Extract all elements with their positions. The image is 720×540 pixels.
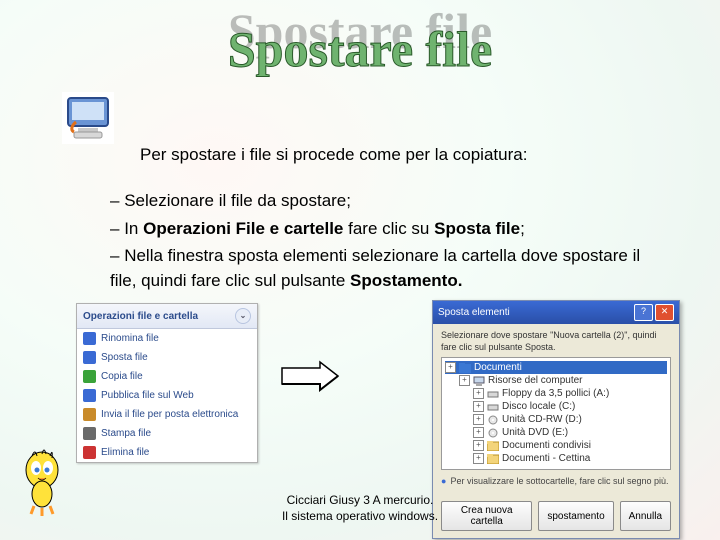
- tree-item[interactable]: + Risorse del computer: [445, 374, 667, 387]
- operations-item-label: Invia il file per posta elettronica: [101, 409, 238, 420]
- operations-item[interactable]: Invia il file per posta elettronica: [77, 405, 257, 424]
- footer: Cicciari Giusy 3 A mercurio. Il sistema …: [282, 491, 438, 524]
- expand-icon[interactable]: +: [473, 440, 484, 451]
- operations-item[interactable]: Pubblica file sul Web: [77, 386, 257, 405]
- bullet-item: In Operazioni File e cartelle fare clic …: [110, 217, 660, 242]
- folder-icon: [487, 454, 499, 464]
- tweety-bird-icon: [12, 448, 72, 518]
- expand-icon[interactable]: +: [459, 375, 470, 386]
- operations-item[interactable]: Copia file: [77, 367, 257, 386]
- file-action-icon: [83, 408, 96, 421]
- folder-blue-icon: [459, 363, 471, 373]
- operations-panel: Operazioni file e cartella ⌄ Rinomina fi…: [76, 303, 258, 463]
- tree-item[interactable]: + Documenti condivisi: [445, 439, 667, 452]
- footer-line-2: Il sistema operativo windows.: [282, 508, 438, 524]
- bullet-item: Selezionare il file da spostare;: [110, 189, 660, 214]
- tree-item[interactable]: + Unità DVD (E:): [445, 426, 667, 439]
- intro-text: Per spostare i file si procede come per …: [140, 145, 527, 165]
- operations-item[interactable]: Stampa file: [77, 424, 257, 443]
- computer-icon: [473, 376, 485, 386]
- close-button[interactable]: ✕: [655, 304, 674, 321]
- file-action-icon: [83, 370, 96, 383]
- expand-icon[interactable]: +: [473, 453, 484, 464]
- operations-item-label: Pubblica file sul Web: [101, 390, 194, 401]
- operations-item-label: Copia file: [101, 371, 143, 382]
- dialog-title: Sposta elementi: [438, 307, 510, 318]
- dialog-titlebar: Sposta elementi ? ✕: [433, 301, 679, 324]
- expand-icon[interactable]: +: [473, 388, 484, 399]
- operations-item-label: Sposta file: [101, 352, 148, 363]
- tree-item-label: Floppy da 3,5 pollici (A:): [502, 388, 609, 399]
- new-folder-button[interactable]: Crea nuova cartella: [441, 501, 532, 531]
- expand-icon[interactable]: +: [473, 414, 484, 425]
- operations-item-label: Stampa file: [101, 428, 151, 439]
- dialog-instruction: Selezionare dove spostare "Nuova cartell…: [441, 330, 671, 353]
- folder-tree[interactable]: + Documenti + Risorse del computer + Floppy d…: [441, 357, 671, 470]
- file-action-icon: [83, 389, 96, 402]
- dialog-button-row: Crea nuova cartella spostamento Annulla: [433, 496, 679, 538]
- move-items-dialog: Sposta elementi ? ✕ Selezionare dove spo…: [432, 300, 680, 539]
- file-action-icon: [83, 332, 96, 345]
- title-main-text: Spostare file: [228, 20, 492, 78]
- tree-item[interactable]: + Floppy da 3,5 pollici (A:): [445, 387, 667, 400]
- drive-icon: [487, 402, 499, 412]
- tree-item-label: Risorse del computer: [488, 375, 582, 386]
- bullet-list: Selezionare il file da spostare; In Oper…: [70, 189, 660, 297]
- tree-item-label: Documenti condivisi: [502, 440, 591, 451]
- expand-icon[interactable]: +: [445, 362, 456, 373]
- operations-panel-header[interactable]: Operazioni file e cartella ⌄: [77, 304, 257, 329]
- operations-item[interactable]: Rinomina file: [77, 329, 257, 348]
- file-action-icon: [83, 427, 96, 440]
- tree-item[interactable]: + Documenti - Cettina: [445, 452, 667, 465]
- arrow-icon: [280, 360, 340, 392]
- slide-title-block: Spostare file Spostare file: [0, 0, 720, 78]
- tree-item-label: Disco locale (C:): [502, 401, 575, 412]
- bullet-item: Nella finestra sposta elementi seleziona…: [110, 244, 660, 293]
- operations-item[interactable]: Elimina file: [77, 443, 257, 462]
- collapse-icon[interactable]: ⌄: [235, 308, 251, 324]
- operations-panel-title: Operazioni file e cartella: [83, 311, 198, 322]
- cancel-button[interactable]: Annulla: [620, 501, 671, 531]
- tree-item[interactable]: + Documenti: [445, 361, 667, 374]
- folder-icon: [487, 441, 499, 451]
- tree-item-label: Documenti - Cettina: [502, 453, 590, 464]
- tree-item-label: Unità DVD (E:): [502, 427, 568, 438]
- dialog-hint: ● Per visualizzare le sottocartelle, far…: [441, 476, 671, 486]
- computer-monitor-icon: [62, 92, 114, 144]
- drive-icon: [487, 389, 499, 399]
- expand-icon[interactable]: +: [473, 427, 484, 438]
- move-button[interactable]: spostamento: [538, 501, 613, 531]
- tree-item-label: Documenti: [474, 362, 522, 373]
- operations-item-label: Elimina file: [101, 447, 149, 458]
- tree-item[interactable]: + Unità CD-RW (D:): [445, 413, 667, 426]
- file-action-icon: [83, 351, 96, 364]
- operations-item-label: Rinomina file: [101, 333, 159, 344]
- dialog-hint-text: Per visualizzare le sottocartelle, fare …: [450, 476, 668, 486]
- cd-icon: [487, 415, 499, 425]
- cd-icon: [487, 428, 499, 438]
- help-button[interactable]: ?: [634, 304, 653, 321]
- info-icon: ●: [441, 476, 446, 486]
- operations-item[interactable]: Sposta file: [77, 348, 257, 367]
- tree-item-label: Unità CD-RW (D:): [502, 414, 582, 425]
- expand-icon[interactable]: +: [473, 401, 484, 412]
- tree-item[interactable]: + Disco locale (C:): [445, 400, 667, 413]
- footer-line-1: Cicciari Giusy 3 A mercurio.: [282, 492, 438, 508]
- file-action-icon: [83, 446, 96, 459]
